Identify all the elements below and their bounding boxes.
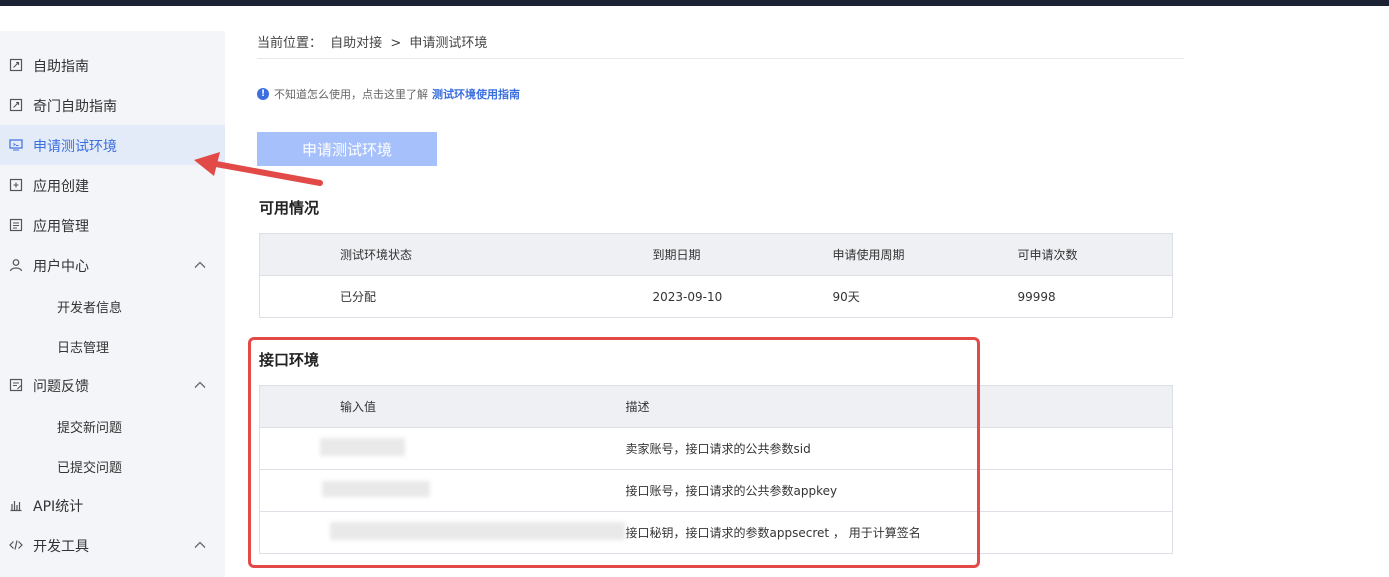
sidebar-item-qimen-guide[interactable]: 奇门自助指南 — [0, 85, 225, 125]
column-header: 到期日期 — [652, 233, 833, 276]
sidebar-item-label: 开发者信息 — [57, 301, 123, 316]
annotation-arrow-icon — [194, 152, 323, 186]
availability-table: 测试环境状态 到期日期 申请使用周期 可申请次数 已分配 2023-09-10 … — [259, 233, 1173, 318]
info-icon: ! — [257, 88, 269, 100]
column-header: 测试环境状态 — [259, 233, 653, 276]
column-header: 申请使用周期 — [832, 233, 1018, 276]
sidebar-item-label: 开发工具 — [33, 539, 89, 555]
user-icon — [9, 259, 23, 272]
sidebar-item-label: 申请测试环境 — [33, 139, 117, 155]
feedback-icon — [9, 378, 23, 392]
sidebar-subitem-submitted-issues[interactable]: 已提交问题 — [0, 445, 225, 485]
sidebar-subitem-submit-issue[interactable]: 提交新问题 — [0, 405, 225, 445]
sidebar-item-label: 奇门自助指南 — [33, 99, 117, 115]
sidebar-item-label: 应用管理 — [33, 219, 89, 235]
table-cell: 99998 — [1017, 275, 1173, 318]
sidebar-item-label: 提交新问题 — [57, 421, 123, 436]
sidebar-item-api-stats[interactable]: API统计 — [0, 485, 225, 525]
guide-icon — [9, 98, 23, 112]
column-header: 可申请次数 — [1017, 233, 1173, 276]
sidebar-item-feedback[interactable]: 问题反馈 — [0, 365, 225, 405]
notice-text: 不知道怎么使用，点击这里了解 — [274, 88, 428, 101]
sidebar-item-dev-tools[interactable]: 开发工具 — [0, 525, 225, 565]
table-cell: 接口账号，接口请求的公共参数appkey — [625, 469, 1173, 512]
table-row: 卖家账号，接口请求的公共参数sid — [259, 427, 1173, 470]
interface-title: 接口环境 — [259, 351, 320, 369]
table-header-row: 测试环境状态 到期日期 申请使用周期 可申请次数 — [259, 233, 1173, 276]
chevron-up-icon[interactable] — [193, 378, 207, 392]
chevron-up-icon[interactable] — [193, 538, 207, 552]
breadcrumb-prefix: 当前位置： — [257, 36, 323, 51]
interface-table: 输入值 描述 卖家账号，接口请求的公共参数sid 接口账号，接口请求的公共参数a… — [259, 385, 1173, 554]
redacted-value — [259, 469, 626, 512]
table-row: 接口账号，接口请求的公共参数appkey — [259, 469, 1173, 512]
divider — [257, 58, 1184, 59]
monitor-icon — [9, 139, 23, 151]
table-cell: 90天 — [832, 275, 1018, 318]
breadcrumb-current: 申请测试环境 — [409, 36, 488, 51]
breadcrumb-parent[interactable]: 自助对接 — [330, 36, 382, 51]
sidebar-item-self-guide[interactable]: 自助指南 — [0, 45, 225, 85]
table-cell: 卖家账号，接口请求的公共参数sid — [625, 427, 1173, 470]
sidebar-item-label: 应用创建 — [33, 179, 89, 195]
table-cell: 接口秘钥，接口请求的参数appsecret ， 用于计算签名 — [625, 511, 1173, 554]
add-app-icon — [9, 178, 23, 192]
breadcrumb: 当前位置： 自助对接 > 申请测试环境 — [257, 32, 491, 51]
table-row: 接口秘钥，接口请求的参数appsecret ， 用于计算签名 — [259, 511, 1173, 554]
table-header-row: 输入值 描述 — [259, 385, 1173, 428]
redacted-value — [259, 427, 626, 470]
bar-chart-icon — [10, 501, 22, 512]
table-cell: 2023-09-10 — [652, 275, 833, 318]
sidebar-item-label: API统计 — [33, 499, 84, 515]
guide-icon — [9, 58, 23, 72]
sidebar-item-label: 用户中心 — [33, 259, 89, 275]
table-row: 已分配 2023-09-10 90天 99998 — [259, 275, 1173, 318]
chevron-up-icon[interactable] — [193, 258, 207, 272]
sidebar-item-app-manage[interactable]: 应用管理 — [0, 205, 225, 245]
sidebar-item-user-center[interactable]: 用户中心 — [0, 245, 225, 285]
sidebar-subitem-developer-info[interactable]: 开发者信息 — [0, 285, 225, 325]
sidebar: 自助指南 奇门自助指南 申请测试环境 应用创建 应用管理 用户中心 开发者信息 … — [0, 31, 225, 577]
manage-icon — [9, 218, 23, 232]
sidebar-item-label: 日志管理 — [57, 341, 110, 356]
test-env-guide-link[interactable]: 测试环境使用指南 — [432, 86, 520, 102]
help-notice: ! 不知道怎么使用，点击这里了解 测试环境使用指南 — [257, 86, 520, 102]
sidebar-item-label: 自助指南 — [33, 59, 89, 75]
column-header: 描述 — [625, 385, 1173, 428]
breadcrumb-separator: > — [390, 36, 402, 51]
availability-title: 可用情况 — [259, 199, 320, 217]
sidebar-subitem-log-manage[interactable]: 日志管理 — [0, 325, 225, 365]
top-bar — [0, 0, 1389, 6]
code-icon — [9, 540, 23, 550]
sidebar-item-label: 已提交问题 — [57, 461, 123, 476]
table-cell: 已分配 — [259, 275, 653, 318]
sidebar-item-label: 问题反馈 — [33, 379, 89, 395]
column-header: 输入值 — [259, 385, 626, 428]
redacted-value — [259, 511, 626, 554]
